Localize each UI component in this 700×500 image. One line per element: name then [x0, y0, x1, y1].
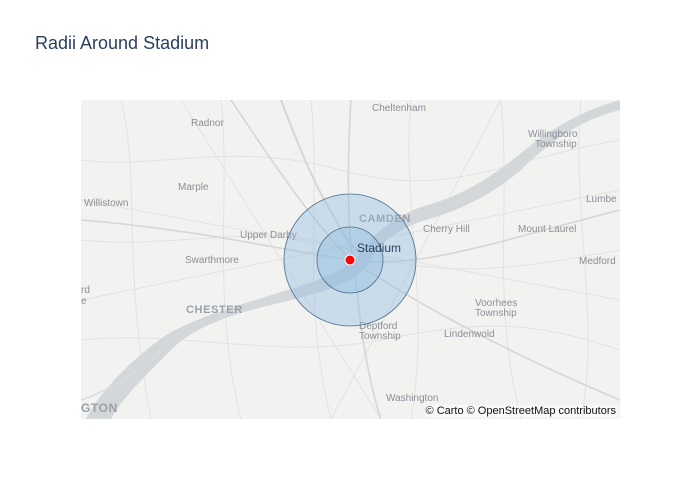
place-label: Township — [359, 331, 401, 342]
map[interactable]: Cheltenham Radnor Willingboro Township M… — [81, 100, 620, 419]
place-label: Cheltenham — [372, 103, 426, 114]
place-label: Lindenwold — [444, 329, 495, 340]
place-label: Swarthmore — [185, 255, 239, 266]
place-label: CHESTER — [186, 304, 243, 316]
map-canvas[interactable]: Cheltenham Radnor Willingboro Township M… — [81, 100, 620, 419]
place-label: GTON — [81, 401, 118, 415]
place-label: Lumbe — [586, 194, 617, 205]
place-label: Marple — [178, 182, 209, 193]
chart-title: Radii Around Stadium — [35, 33, 210, 53]
place-label: Washington — [386, 393, 438, 404]
place-label: Cherry Hill — [423, 224, 470, 235]
place-label: Mount Laurel — [518, 224, 576, 235]
stadium-label: Stadium — [357, 241, 401, 255]
place-label: Radnor — [191, 118, 224, 129]
place-label: Medford — [579, 256, 616, 267]
map-attribution[interactable]: © Carto © OpenStreetMap contributors — [424, 405, 617, 417]
place-label: e — [81, 296, 87, 307]
place-label: rd — [81, 285, 90, 296]
place-label: Township — [475, 308, 517, 319]
stadium-marker[interactable] — [344, 254, 356, 266]
place-label: Township — [535, 139, 577, 150]
place-label: Willistown — [84, 198, 128, 209]
